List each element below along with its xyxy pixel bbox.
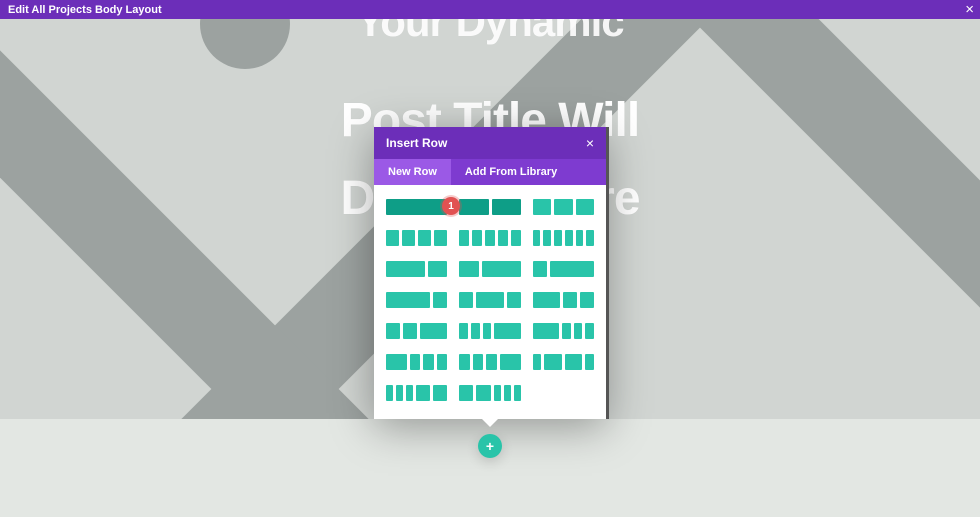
modal-shadow-edge — [606, 127, 609, 419]
modal-pointer — [481, 418, 499, 427]
layout-6col[interactable] — [533, 230, 594, 246]
layout-1-3-1[interactable] — [459, 323, 520, 339]
layout-wide-narrow-set[interactable] — [459, 385, 520, 401]
modal-header: Insert Row × — [374, 127, 606, 159]
layout-1-1-2[interactable] — [386, 323, 447, 339]
close-icon[interactable]: × — [586, 135, 594, 151]
layout-4col[interactable] — [386, 230, 447, 246]
layout-1-1-1-2[interactable] — [459, 354, 520, 370]
editor-top-bar-title: Edit All Projects Body Layout — [8, 4, 162, 16]
row-layout-options — [374, 185, 606, 419]
layout-narrow-wide-set[interactable] — [386, 385, 447, 401]
layout-3-1[interactable] — [386, 292, 447, 308]
close-icon[interactable]: × — [965, 2, 974, 17]
tab-add-from-library[interactable]: Add From Library — [451, 159, 571, 185]
layout-1col[interactable] — [386, 199, 447, 215]
layout-2col[interactable] — [459, 199, 520, 215]
layout-3-1-1[interactable] — [533, 323, 594, 339]
layout-5col[interactable] — [459, 230, 520, 246]
annotation-badge: 1 — [442, 197, 460, 215]
layout-2-1-1-1[interactable] — [386, 354, 447, 370]
layout-2-1-1[interactable] — [533, 292, 594, 308]
layout-1-2-1[interactable] — [459, 292, 520, 308]
layout-1-2[interactable] — [459, 261, 520, 277]
editor-top-bar: Edit All Projects Body Layout × — [0, 0, 980, 19]
modal-title: Insert Row — [386, 136, 447, 150]
insert-row-modal: Insert Row × New Row Add From Library — [374, 127, 606, 419]
layout-3col[interactable] — [533, 199, 594, 215]
tab-new-row[interactable]: New Row — [374, 159, 451, 185]
hero-title-line: Your Dynamic — [0, 19, 980, 49]
layout-1-3[interactable] — [533, 261, 594, 277]
layout-1-2-2-1[interactable] — [533, 354, 594, 370]
layout-2-1[interactable] — [386, 261, 447, 277]
modal-tabs: New Row Add From Library — [374, 159, 606, 185]
add-row-button[interactable]: + — [478, 434, 502, 458]
plus-icon: + — [486, 438, 494, 454]
